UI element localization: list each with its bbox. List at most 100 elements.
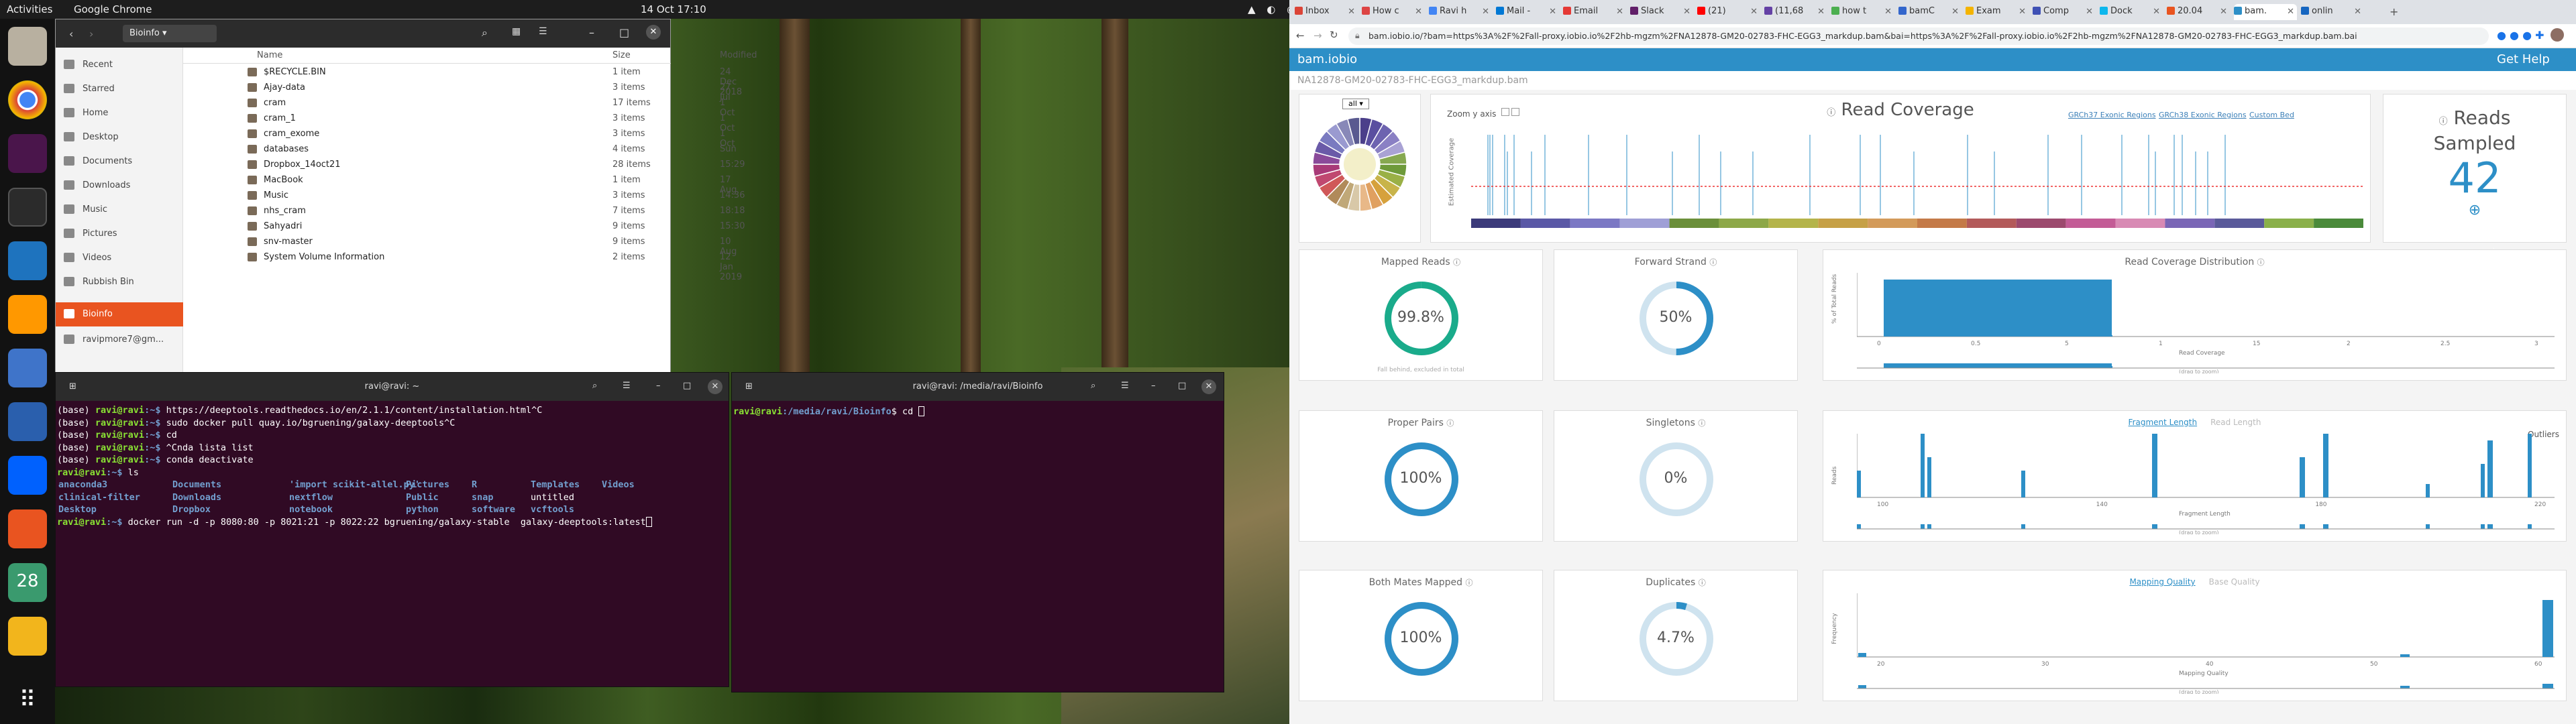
maximize-icon[interactable]: □ bbox=[683, 381, 691, 391]
show-apps-icon[interactable]: ⠿ bbox=[8, 682, 47, 721]
browser-tab[interactable]: 20.04 ✕ bbox=[2167, 4, 2230, 20]
chrome-icon[interactable] bbox=[8, 80, 47, 119]
col-size[interactable]: Size bbox=[612, 50, 631, 60]
brand-logo[interactable]: bam.iobio bbox=[1297, 52, 1357, 66]
minimize-icon[interactable]: – bbox=[1151, 381, 1156, 391]
browser-tab[interactable]: (11,68 ✕ bbox=[1764, 4, 1827, 20]
tab-close-icon[interactable]: ✕ bbox=[2019, 7, 2026, 17]
tab-close-icon[interactable]: ✕ bbox=[1951, 7, 1959, 17]
table-row[interactable]: MacBook 1 item 17 Aug bbox=[183, 173, 737, 195]
col-name[interactable]: Name bbox=[257, 50, 282, 60]
browser-tab[interactable]: Inbox ✕ bbox=[1295, 4, 1358, 20]
tab-close-icon[interactable]: ✕ bbox=[2153, 7, 2160, 17]
sidebar-item-2[interactable]: Home bbox=[56, 101, 183, 125]
mq-tab-2[interactable]: Base Quality bbox=[2209, 577, 2260, 587]
slack-icon[interactable] bbox=[8, 134, 47, 173]
browser-tab[interactable]: Slack ✕ bbox=[1630, 4, 1693, 20]
browser-tab[interactable]: How c ✕ bbox=[1362, 4, 1425, 20]
sidebar-item-6[interactable]: Music bbox=[56, 198, 183, 222]
col-modified[interactable]: Modified bbox=[720, 50, 757, 60]
extensions-icons[interactable]: ● ● ● ✚ bbox=[2497, 29, 2544, 42]
terminal-search-icon[interactable]: ⌕ bbox=[1091, 381, 1095, 391]
activities-button[interactable]: Activities bbox=[7, 3, 52, 15]
software-center-icon[interactable] bbox=[8, 509, 47, 548]
browser-tab[interactable]: Exam ✕ bbox=[1966, 4, 2029, 20]
reload-icon[interactable]: ↻ bbox=[1330, 29, 1338, 41]
browser-tab[interactable]: Dock ✕ bbox=[2100, 4, 2163, 20]
address-bar[interactable]: 🔒︎ bam.iobio.io/?bam=https%3A%2F%2Fall-p… bbox=[1348, 27, 2489, 45]
new-tab-icon[interactable]: + bbox=[2390, 5, 2398, 18]
files-icon[interactable] bbox=[8, 27, 47, 66]
forward-icon[interactable]: › bbox=[89, 27, 93, 40]
table-row[interactable]: Ajay-data 3 items 27 Jul bbox=[183, 80, 731, 103]
maximize-icon[interactable]: □ bbox=[1178, 381, 1186, 391]
terminal-search-icon[interactable]: ⌕ bbox=[592, 381, 597, 391]
table-row[interactable]: $RECYCLE.BIN 1 item 24 Dec 2018 bbox=[183, 65, 742, 97]
browser-tab[interactable]: bam. ✕ bbox=[2234, 4, 2297, 20]
browser-tab[interactable]: Ravi h ✕ bbox=[1429, 4, 1492, 20]
search-icon[interactable]: ⌕ bbox=[482, 26, 488, 40]
minimize-icon[interactable]: – bbox=[656, 381, 661, 391]
sidebar-item-1[interactable]: Starred bbox=[56, 77, 183, 101]
maximize-icon[interactable]: □ bbox=[619, 26, 629, 39]
browser-tab[interactable]: Email ✕ bbox=[1563, 4, 1626, 20]
tab-close-icon[interactable]: ✕ bbox=[2086, 7, 2093, 17]
calculator-icon[interactable] bbox=[8, 617, 47, 656]
grch37-link[interactable]: GRCh37 Exonic Regions bbox=[2068, 111, 2156, 119]
terminal-window-2[interactable]: ⊞ ravi@ravi: /media/ravi/Bioinfo ⌕ ☰ – □… bbox=[731, 372, 1224, 692]
sidebar-item-9[interactable]: Rubbish Bin bbox=[56, 270, 183, 294]
terminal-icon[interactable] bbox=[8, 188, 47, 227]
path-bar[interactable]: Bioinfo ▾ bbox=[123, 25, 217, 42]
tab-close-icon[interactable]: ✕ bbox=[1549, 7, 1556, 17]
sidebar-item-0[interactable]: Recent bbox=[56, 53, 183, 77]
menu-icon[interactable]: ☰ bbox=[539, 26, 547, 37]
sidebar-item-3[interactable]: Desktop bbox=[56, 125, 183, 149]
get-help-link[interactable]: Get Help bbox=[2497, 52, 2550, 66]
table-row[interactable]: Dropbox_14oct21 28 items 15:29 bbox=[183, 158, 745, 173]
tab-close-icon[interactable]: ✕ bbox=[1683, 7, 1690, 17]
calendar-icon[interactable]: 28 bbox=[8, 563, 47, 602]
sublime-icon[interactable] bbox=[8, 295, 47, 334]
sidebar-item-7[interactable]: Pictures bbox=[56, 222, 183, 246]
table-row[interactable]: Music 3 items 14:36 bbox=[183, 188, 745, 204]
dropbox-icon[interactable] bbox=[8, 456, 47, 495]
tab-close-icon[interactable]: ✕ bbox=[1817, 7, 1825, 17]
browser-tab[interactable]: Comp ✕ bbox=[2033, 4, 2096, 20]
tab-close-icon[interactable]: ✕ bbox=[2287, 7, 2294, 17]
back-icon[interactable]: ← bbox=[1296, 29, 1305, 42]
frag-chart[interactable]: 1001401802203210Fragment Length(drag to … bbox=[1857, 434, 2555, 534]
chromosome-wheel[interactable] bbox=[1309, 113, 1411, 215]
table-row[interactable]: cram_exome 3 items 1 Oct bbox=[183, 127, 735, 149]
browser-tab[interactable]: (21) ✕ bbox=[1697, 4, 1760, 20]
close-icon[interactable]: ✕ bbox=[1201, 379, 1216, 394]
terminal-menu-icon[interactable]: ☰ bbox=[1121, 381, 1129, 391]
coverage-plot[interactable] bbox=[1471, 125, 2363, 232]
minimize-icon[interactable]: – bbox=[589, 26, 594, 39]
tab-close-icon[interactable]: ✕ bbox=[1884, 7, 1892, 17]
frag-tab-1[interactable]: Fragment Length bbox=[2129, 418, 2198, 427]
terminal-menu-icon[interactable]: ☰ bbox=[623, 381, 631, 391]
browser-tab[interactable]: how t ✕ bbox=[1831, 4, 1894, 20]
browser-tab[interactable]: onlin ✕ bbox=[2301, 4, 2364, 20]
browser-tab[interactable]: Mail - ✕ bbox=[1496, 4, 1559, 20]
text-editor-icon[interactable] bbox=[8, 349, 47, 387]
table-row[interactable]: System Volume Information 2 items 12 Jan 2… bbox=[183, 250, 742, 282]
table-row[interactable]: cram 17 items 1 Oct bbox=[183, 96, 735, 118]
tab-close-icon[interactable]: ✕ bbox=[1482, 7, 1489, 17]
lock-icon[interactable]: 🔒︎ bbox=[1355, 30, 1360, 41]
browser-tab[interactable]: bamC ✕ bbox=[1898, 4, 1962, 20]
profile-avatar[interactable] bbox=[2551, 28, 2564, 42]
back-icon[interactable]: ‹ bbox=[69, 27, 73, 40]
dist-chart[interactable]: 00.5511522.5380%60%40%20%0%Read Coverage… bbox=[1857, 273, 2555, 373]
sidebar-item-10[interactable]: Bioinfo bbox=[56, 302, 183, 326]
table-row[interactable]: nhs_cram 7 items 18:18 bbox=[183, 204, 745, 219]
sidebar-item-5[interactable]: Downloads bbox=[56, 174, 183, 198]
mq-tab-1[interactable]: Mapping Quality bbox=[2129, 577, 2195, 587]
grch38-link[interactable]: GRCh38 Exonic Regions bbox=[2159, 111, 2247, 119]
tab-close-icon[interactable]: ✕ bbox=[2354, 7, 2361, 17]
sidebar-item-8[interactable]: Videos bbox=[56, 246, 183, 270]
table-row[interactable]: Sahyadri 9 items 15:30 bbox=[183, 219, 745, 235]
custom-bed-link[interactable]: Custom Bed bbox=[2249, 111, 2294, 119]
close-icon[interactable]: ✕ bbox=[646, 25, 661, 40]
frag-tab-2[interactable]: Read Length bbox=[2210, 418, 2261, 427]
